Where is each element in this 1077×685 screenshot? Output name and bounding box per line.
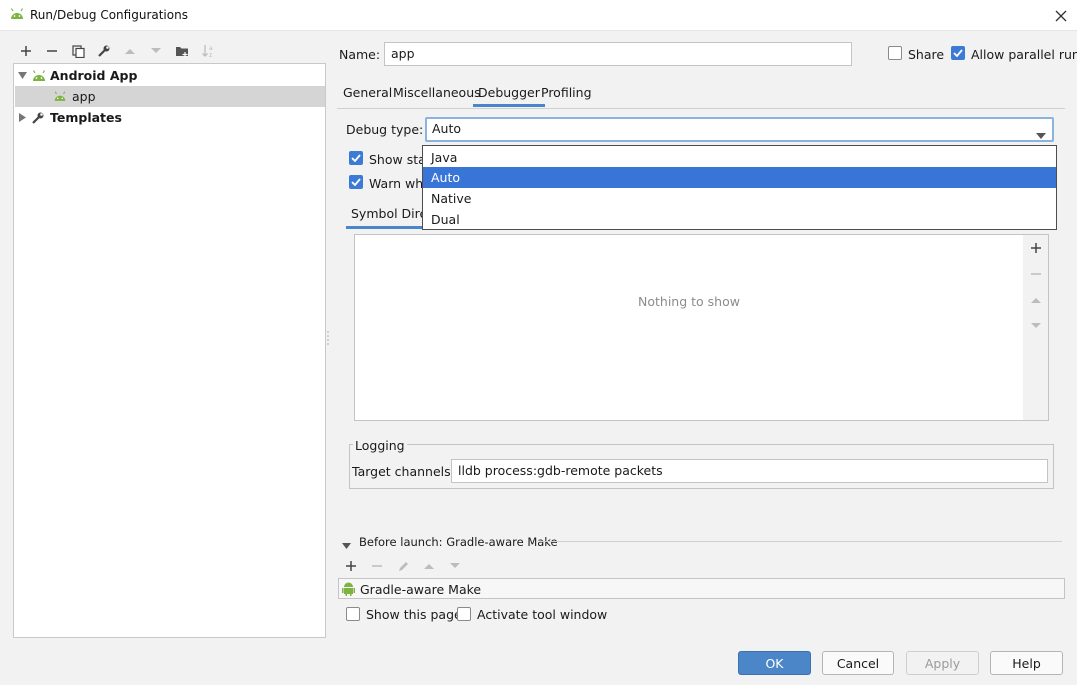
tree-item-label: app (72, 89, 96, 104)
expand-down-icon[interactable] (15, 72, 29, 79)
chevron-down-icon (1036, 127, 1046, 142)
name-field[interactable]: app (384, 42, 852, 66)
remove-icon[interactable] (1028, 266, 1044, 282)
tree-item-label: Android App (50, 68, 138, 83)
svg-text:z: z (209, 52, 212, 58)
debug-type-label: Debug type: (346, 122, 424, 137)
target-channels-label: Target channels: (352, 464, 455, 479)
activate-tool-window-checkbox[interactable] (457, 607, 471, 621)
cancel-button[interactable]: Cancel (822, 651, 894, 675)
tab-miscellaneous[interactable]: Miscellaneous (393, 85, 481, 107)
expand-right-icon[interactable] (15, 113, 29, 122)
target-channels-field[interactable]: lldb process:gdb-remote packets (451, 459, 1048, 483)
before-launch-divider (540, 541, 1062, 542)
remove-icon[interactable] (43, 42, 61, 60)
dropdown-option-auto[interactable]: Auto (423, 167, 1056, 188)
new-folder-icon[interactable] (173, 42, 191, 60)
window-title: Run/Debug Configurations (30, 8, 188, 22)
dropdown-option-dual[interactable]: Dual (423, 209, 1056, 230)
tab-symbol-directories[interactable]: Symbol Directories (346, 204, 424, 229)
activate-tool-window-label: Activate tool window (477, 607, 608, 622)
allow-parallel-checkbox[interactable] (951, 46, 965, 60)
tab-profiling[interactable]: Profiling (541, 85, 592, 107)
debug-type-select[interactable]: Auto (425, 117, 1054, 142)
android-icon (9, 8, 25, 22)
sort-icon[interactable]: az (199, 42, 217, 60)
tree-item-app[interactable]: app (15, 86, 325, 107)
move-down-icon[interactable] (1028, 318, 1044, 334)
tree-item-label: Templates (50, 110, 122, 125)
empty-list-text: Nothing to show (638, 294, 740, 309)
android-robot-icon (342, 581, 355, 599)
before-launch-list[interactable]: Gradle-aware Make (338, 578, 1065, 599)
move-up-icon[interactable] (420, 557, 438, 575)
wrench-icon (31, 111, 47, 125)
tree-item-android-app[interactable]: Android App (15, 65, 137, 86)
wrench-icon[interactable] (95, 42, 113, 60)
tree-item-templates[interactable]: Templates (15, 107, 122, 128)
add-icon[interactable] (17, 42, 35, 60)
checkmark-icon (351, 154, 361, 162)
allow-parallel-label: Allow parallel run (971, 47, 1077, 62)
warn-checkbox[interactable] (349, 175, 363, 189)
show-static-checkbox[interactable] (349, 151, 363, 165)
show-page-label: Show this page (366, 607, 462, 622)
share-label: Share (908, 47, 945, 62)
dropdown-option-native[interactable]: Native (423, 188, 1056, 209)
tab-debugger[interactable]: Debugger (473, 85, 545, 107)
logging-title: Logging (353, 438, 407, 453)
before-launch-title: Before launch: Gradle-aware Make (359, 535, 558, 549)
android-icon (53, 90, 69, 104)
splitter-handle[interactable] (326, 330, 330, 346)
help-button[interactable]: Help (990, 651, 1063, 675)
remove-icon[interactable] (368, 557, 386, 575)
svg-text:a: a (209, 45, 213, 52)
add-icon[interactable] (1028, 240, 1044, 256)
show-page-checkbox[interactable] (346, 607, 360, 621)
android-icon (31, 69, 47, 83)
tab-divider (337, 108, 1065, 109)
symbol-directories-list[interactable] (354, 234, 1024, 421)
apply-button[interactable]: Apply (906, 651, 979, 675)
copy-icon[interactable] (69, 42, 87, 60)
add-icon[interactable] (342, 557, 360, 575)
debug-type-value: Auto (432, 121, 462, 136)
checkmark-icon (953, 49, 963, 57)
collapse-down-icon[interactable] (342, 538, 351, 552)
move-down-icon[interactable] (446, 557, 464, 575)
task-label: Gradle-aware Make (360, 582, 482, 597)
move-down-icon[interactable] (147, 42, 165, 60)
tab-general[interactable]: General (343, 85, 392, 107)
ok-button[interactable]: OK (738, 651, 811, 675)
move-up-icon[interactable] (121, 42, 139, 60)
config-tree[interactable]: Android App app Templates (13, 63, 326, 638)
share-checkbox[interactable] (888, 46, 902, 60)
checkmark-icon (351, 178, 361, 186)
move-up-icon[interactable] (1028, 292, 1044, 308)
name-label: Name: (339, 47, 381, 62)
dropdown-option-java[interactable]: Java (423, 147, 1056, 168)
close-icon[interactable] (1052, 7, 1070, 25)
debug-type-dropdown[interactable]: Java Auto Native Dual (422, 145, 1057, 230)
edit-icon[interactable] (394, 557, 412, 575)
list-toolbar (1023, 234, 1049, 421)
